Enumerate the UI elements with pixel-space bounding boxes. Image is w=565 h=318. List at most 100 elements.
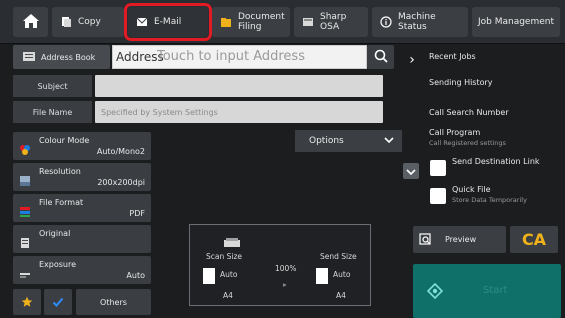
address-book-icon: [23, 51, 35, 63]
home-icon: [22, 13, 40, 32]
others-label: Others: [100, 297, 127, 307]
others-button[interactable]: Others: [76, 289, 151, 315]
info-icon: [380, 16, 392, 28]
scan-paper-size: A4: [223, 291, 233, 300]
scan-send-size-panel[interactable]: Scan Size Auto A4 100% ▸ Send Size Auto …: [189, 224, 371, 306]
search-icon: [374, 49, 388, 65]
file-format-value: PDF: [129, 209, 145, 218]
colour-mode-label: Colour Mode: [39, 136, 90, 145]
sending-history-label: Sending History: [429, 78, 493, 87]
subject-label: Subject: [13, 75, 92, 97]
start-icon: [426, 282, 444, 303]
scanner-icon: [223, 233, 241, 252]
chevron-down-icon: [406, 162, 416, 181]
file-format-icon: [19, 203, 31, 222]
chevron-down-icon: [384, 135, 394, 148]
email-label: E-Mail: [154, 17, 182, 27]
quick-file-checkbox[interactable]: [430, 188, 446, 204]
colour-mode-icon: [19, 141, 31, 160]
original-icon: [19, 234, 31, 253]
sharp-osa-button[interactable]: Sharp OSA: [294, 7, 368, 37]
exposure-button[interactable]: Exposure Auto: [13, 256, 151, 284]
chevron-right-icon[interactable]: ›: [403, 45, 421, 75]
machine-status-line2: Status: [398, 22, 427, 32]
zoom-ratio: 100%: [275, 264, 297, 273]
address-input[interactable]: Address Touch to input Address: [112, 45, 367, 69]
document-filing-button[interactable]: Document Filing: [212, 7, 290, 37]
call-search-number-link[interactable]: Call Search Number: [421, 108, 565, 117]
docfiling-line1: Document: [238, 12, 285, 22]
osa-icon: [302, 16, 314, 28]
filename-field[interactable]: Specified by System Settings: [95, 101, 383, 123]
copy-icon: [60, 16, 72, 28]
quick-file-text: Quick File: [452, 185, 491, 194]
send-size-label: Send Size: [320, 252, 357, 261]
home-button[interactable]: [13, 7, 48, 37]
copy-label: Copy: [78, 17, 101, 27]
options-label: Options: [309, 136, 344, 146]
call-program-label: Call Program: [429, 128, 481, 137]
scan-size-label: Scan Size: [206, 252, 243, 261]
arrow-right-icon: ▸: [283, 280, 287, 289]
resolution-value: 200x200dpi: [97, 178, 145, 187]
file-format-button[interactable]: File Format PDF: [13, 194, 151, 222]
more-dropdown-toggle[interactable]: [403, 163, 419, 179]
colour-mode-value: Auto/Mono2: [96, 147, 145, 156]
filename-label: File Name: [13, 101, 92, 123]
clear-all-button[interactable]: CA: [510, 226, 558, 253]
scan-size-value: Auto: [220, 270, 238, 279]
resolution-button[interactable]: Resolution 200x200dpi: [13, 163, 151, 191]
address-book-label: Address Book: [41, 52, 96, 62]
machine-status-line1: Machine: [398, 12, 436, 22]
copy-mode-button[interactable]: Copy: [52, 7, 124, 37]
options-dropdown[interactable]: Options: [295, 130, 402, 152]
recent-jobs-link[interactable]: Recent Jobs: [421, 52, 565, 61]
sending-history-link[interactable]: Sending History: [421, 78, 565, 87]
search-button[interactable]: [367, 45, 394, 69]
folder-icon: [220, 16, 232, 28]
send-size-value: Auto: [333, 270, 351, 279]
send-paper-size: A4: [336, 291, 346, 300]
check-icon: [52, 293, 64, 312]
address-book-button[interactable]: Address Book: [13, 45, 110, 69]
job-management-button[interactable]: Job Management: [472, 7, 560, 37]
docfiling-label: Document Filing: [238, 12, 285, 32]
original-label: Original: [39, 229, 71, 238]
machine-status-button[interactable]: Machine Status: [372, 7, 468, 37]
colour-mode-button[interactable]: Colour Mode Auto/Mono2: [13, 132, 151, 160]
machine-status-label: Machine Status: [398, 12, 436, 32]
check-button[interactable]: [44, 289, 72, 315]
call-program-link[interactable]: Call Program Call Registered settings: [421, 128, 565, 147]
scan-paper-icon: [203, 268, 215, 284]
call-search-number-label: Call Search Number: [429, 108, 509, 117]
start-label: Start: [483, 285, 508, 296]
preview-label: Preview: [445, 235, 477, 244]
send-destination-link-text: Send Destination Link: [452, 157, 540, 166]
exposure-icon: [19, 265, 31, 284]
call-program-sub: Call Registered settings: [429, 139, 506, 147]
subject-field[interactable]: [95, 75, 383, 97]
sharp-osa-label: Sharp OSA: [320, 12, 347, 32]
preview-button[interactable]: Preview: [413, 226, 506, 253]
preview-icon: [419, 232, 431, 247]
recent-jobs-label: Recent Jobs: [429, 52, 476, 61]
resolution-icon: [19, 172, 31, 191]
favorites-button[interactable]: [13, 289, 41, 315]
resolution-label: Resolution: [39, 167, 81, 176]
send-paper-icon: [316, 268, 328, 284]
send-destination-link-label: Send Destination Link: [452, 157, 562, 166]
email-mode-button[interactable]: E-Mail: [124, 3, 212, 41]
address-placeholder: Touch to input Address: [157, 49, 305, 64]
quick-file-label: Quick File Store Data Temporarily: [452, 185, 562, 204]
email-mode-screen: Copy E-Mail Document Filing Sharp OSA Ma…: [0, 0, 565, 318]
start-button[interactable]: Start: [413, 264, 561, 318]
star-icon: [21, 293, 33, 312]
top-bar: Copy E-Mail Document Filing Sharp OSA Ma…: [0, 0, 565, 44]
exposure-value: Auto: [126, 271, 145, 280]
file-format-label: File Format: [39, 198, 84, 207]
original-button[interactable]: Original: [13, 225, 151, 253]
job-management-label: Job Management: [477, 17, 555, 27]
mail-icon: [136, 17, 148, 27]
send-destination-link-checkbox[interactable]: [430, 160, 446, 176]
exposure-label: Exposure: [39, 260, 77, 269]
